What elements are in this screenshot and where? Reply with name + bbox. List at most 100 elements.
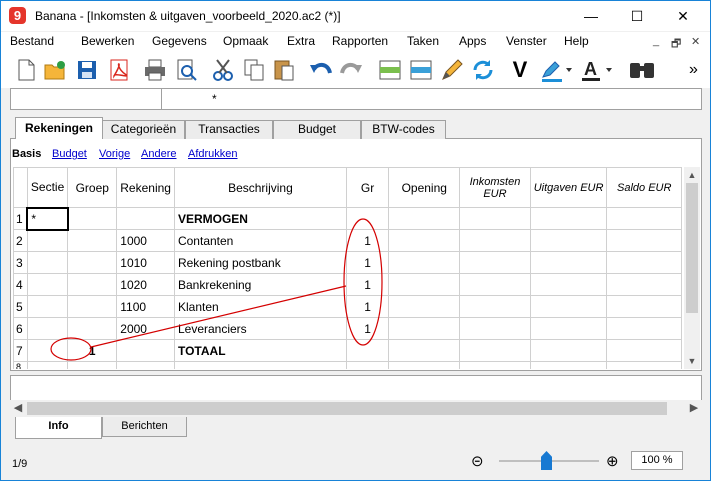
minimize-button[interactable]: — bbox=[568, 1, 614, 31]
menu-opmaak[interactable]: Opmaak bbox=[223, 34, 268, 48]
zoom-out-icon[interactable]: ⊝ bbox=[471, 452, 484, 470]
col-header-beschrijving[interactable]: Beschrijving bbox=[173, 167, 347, 208]
new-file-icon[interactable] bbox=[13, 57, 39, 83]
cell-uitgaven[interactable] bbox=[529, 229, 608, 252]
maximize-button[interactable]: ☐ bbox=[614, 1, 660, 31]
redo-icon[interactable] bbox=[338, 57, 364, 83]
tab-btw-codes[interactable]: BTW-codes bbox=[361, 120, 446, 139]
cell-opening[interactable] bbox=[388, 207, 461, 230]
col-header-rekening[interactable]: Rekening bbox=[116, 167, 175, 208]
cell-rekening[interactable]: 1020 bbox=[116, 273, 175, 296]
cell-rekening[interactable] bbox=[116, 339, 175, 362]
view-andere[interactable]: Andere bbox=[141, 148, 176, 160]
mdi-minimize-button[interactable]: _ bbox=[653, 35, 659, 47]
cell-sectie[interactable] bbox=[26, 339, 69, 362]
cell-inkomsten[interactable] bbox=[459, 251, 531, 274]
menu-gegevens[interactable]: Gegevens bbox=[152, 34, 207, 48]
paste-icon[interactable] bbox=[271, 57, 297, 83]
copy-icon[interactable] bbox=[241, 57, 267, 83]
cell-opening[interactable] bbox=[388, 273, 461, 296]
cell-opening[interactable] bbox=[388, 295, 461, 318]
scroll-up-arrow-icon[interactable]: ▲ bbox=[684, 167, 700, 183]
table-row[interactable]: 1 * VERMOGEN bbox=[13, 206, 682, 231]
cell-beschrijving[interactable]: VERMOGEN bbox=[173, 207, 347, 230]
col-header-uitgaven[interactable]: Uitgaven EUR bbox=[529, 167, 608, 208]
cell-inkomsten[interactable] bbox=[459, 295, 531, 318]
cell-saldo[interactable] bbox=[606, 317, 682, 340]
insert-row-icon[interactable] bbox=[408, 57, 434, 83]
cell-opening[interactable] bbox=[388, 229, 461, 252]
font-color-icon[interactable]: A bbox=[579, 57, 615, 83]
vertical-scroll-thumb[interactable] bbox=[686, 183, 698, 313]
menu-taken[interactable]: Taken bbox=[407, 34, 439, 48]
cell-opening[interactable] bbox=[388, 317, 461, 340]
view-basis[interactable]: Basis bbox=[12, 148, 41, 160]
menu-apps[interactable]: Apps bbox=[459, 34, 486, 48]
table-row[interactable]: 5 1100 Klanten 1 bbox=[13, 295, 682, 318]
cell-rekening[interactable]: 1000 bbox=[116, 229, 175, 252]
cell-inkomsten[interactable] bbox=[459, 229, 531, 252]
tab-transacties[interactable]: Transacties bbox=[185, 120, 273, 139]
cell-gr[interactable]: 1 bbox=[345, 229, 390, 252]
save-icon[interactable] bbox=[74, 57, 100, 83]
cell-saldo[interactable] bbox=[606, 339, 682, 362]
cell-sectie[interactable] bbox=[26, 317, 69, 340]
col-header-inkomsten[interactable]: Inkomsten EUR bbox=[459, 167, 531, 208]
cell-inkomsten[interactable] bbox=[459, 207, 531, 230]
view-vorige[interactable]: Vorige bbox=[99, 148, 130, 160]
cell-sectie[interactable] bbox=[26, 295, 69, 318]
cell-saldo[interactable] bbox=[606, 295, 682, 318]
validate-icon[interactable]: V bbox=[507, 57, 533, 83]
zoom-level-field[interactable]: 100 % bbox=[631, 451, 683, 470]
cell-saldo[interactable] bbox=[606, 251, 682, 274]
cell-opening[interactable] bbox=[388, 339, 461, 362]
cell-beschrijving[interactable]: TOTAAL bbox=[173, 339, 347, 362]
cell-groep[interactable] bbox=[67, 251, 118, 274]
cell-uitgaven[interactable] bbox=[529, 273, 608, 296]
cell-groep[interactable] bbox=[67, 273, 118, 296]
view-budget[interactable]: Budget bbox=[52, 148, 87, 160]
zoom-in-icon[interactable]: ⊕ bbox=[606, 452, 619, 470]
cell-groep[interactable]: 1 bbox=[67, 339, 118, 362]
cell-gr[interactable]: 1 bbox=[345, 295, 390, 318]
cell-gr[interactable]: 1 bbox=[345, 317, 390, 340]
col-header-gr[interactable]: Gr bbox=[345, 167, 390, 208]
zoom-slider-thumb[interactable] bbox=[541, 451, 552, 470]
mdi-close-button[interactable]: ✕ bbox=[691, 35, 700, 48]
table-row[interactable]: 2 1000 Contanten 1 bbox=[13, 229, 682, 252]
cut-icon[interactable] bbox=[210, 57, 236, 83]
undo-icon[interactable] bbox=[308, 57, 334, 83]
tab-berichten[interactable]: Berichten bbox=[102, 417, 187, 437]
tab-rekeningen[interactable]: Rekeningen bbox=[15, 117, 103, 139]
menu-help[interactable]: Help bbox=[564, 34, 589, 48]
more-icon[interactable]: » bbox=[689, 57, 703, 83]
edit-pencil-icon[interactable] bbox=[439, 57, 465, 83]
scroll-right-arrow-icon[interactable]: ▶ bbox=[686, 400, 702, 417]
cell-groep[interactable] bbox=[67, 207, 118, 230]
banana-app-icon[interactable]: 9 bbox=[9, 7, 26, 24]
scroll-down-arrow-icon[interactable]: ▼ bbox=[684, 353, 700, 369]
find-icon[interactable] bbox=[626, 57, 660, 83]
cell-rekening[interactable]: 1100 bbox=[116, 295, 175, 318]
cell-rekening[interactable] bbox=[116, 207, 175, 230]
cell-saldo[interactable] bbox=[606, 207, 682, 230]
cell-edit-bar[interactable]: * bbox=[10, 88, 702, 110]
cell-inkomsten[interactable] bbox=[459, 317, 531, 340]
print-icon[interactable] bbox=[142, 57, 168, 83]
cell-gr[interactable] bbox=[345, 339, 390, 362]
add-row-icon[interactable] bbox=[377, 57, 403, 83]
menu-venster[interactable]: Venster bbox=[506, 34, 547, 48]
cell-groep[interactable] bbox=[67, 317, 118, 340]
col-header-opening[interactable]: Opening bbox=[388, 167, 461, 208]
cell-sectie[interactable] bbox=[26, 273, 69, 296]
cell-beschrijving[interactable]: Bankrekening bbox=[173, 273, 347, 296]
cell-saldo[interactable] bbox=[606, 273, 682, 296]
cell-uitgaven[interactable] bbox=[529, 207, 608, 230]
open-folder-icon[interactable] bbox=[42, 57, 68, 83]
scroll-left-arrow-icon[interactable]: ◀ bbox=[10, 400, 26, 417]
cell-uitgaven[interactable] bbox=[529, 251, 608, 274]
cell-opening[interactable] bbox=[388, 251, 461, 274]
cell-uitgaven[interactable] bbox=[529, 339, 608, 362]
table-row[interactable]: 7 1 TOTAAL bbox=[13, 339, 682, 362]
close-button[interactable]: ✕ bbox=[660, 1, 706, 31]
